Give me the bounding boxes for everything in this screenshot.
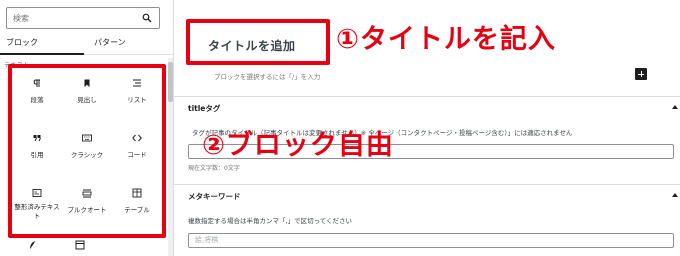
paragraph-icon [33, 79, 40, 87]
chevron-up-icon[interactable] [672, 193, 678, 197]
inserter-scrollbar[interactable] [168, 58, 173, 256]
pullquote-icon [82, 189, 92, 198]
calendar-icon[interactable] [75, 240, 85, 250]
tab-patterns[interactable]: パターン [94, 37, 126, 48]
block-appender-hint[interactable]: ブロックを選択するには「/」を入力 [214, 71, 320, 81]
table-icon [132, 188, 142, 198]
metabox-description: 複数指定する場合は半角カンマ「,」で区切ってください [188, 217, 353, 225]
chevron-up-icon[interactable] [672, 105, 678, 109]
title-highlight-box: タイトルを追加 [186, 19, 330, 65]
block-search-box[interactable] [6, 7, 160, 29]
block-label: 見出し [77, 96, 97, 104]
keyboard-icon [82, 134, 92, 142]
preformatted-icon [32, 189, 42, 197]
block-grid-highlight: 段落 見出し リスト 引用 クラシック コード 整形済みテキスト プルクオート … [8, 64, 166, 238]
list-icon [133, 79, 141, 87]
block-heading[interactable]: 見出し [62, 68, 112, 118]
meta-keyword-field[interactable]: 絵,将棋 [188, 233, 674, 248]
char-count: 現在文字数：0文字 [188, 165, 240, 172]
block-classic[interactable]: クラシック [62, 123, 112, 173]
block-label: 整形済みテキスト [14, 203, 60, 220]
block-label: プルクオート [67, 206, 107, 214]
block-table[interactable]: テーブル [112, 178, 162, 228]
block-pullquote[interactable]: プルクオート [62, 178, 112, 228]
tab-blocks[interactable]: ブロック [6, 37, 38, 48]
block-label: 引用 [30, 151, 44, 159]
bookmark-icon [84, 79, 90, 87]
inserter-tabs: ブロック パターン [0, 31, 173, 55]
scrollbar-thumb[interactable] [168, 62, 173, 102]
block-search-input[interactable] [13, 12, 133, 25]
block-label: リスト [127, 96, 147, 104]
quote-icon [33, 135, 41, 142]
block-preformatted[interactable]: 整形済みテキスト [12, 178, 62, 228]
editor-canvas: タイトルを追加 ①タイトルを記入 ブロックを選択するには「/」を入力 title… [174, 0, 680, 256]
metabox-title[interactable]: titleタグ [188, 103, 220, 114]
block-label: クラシック [70, 151, 104, 159]
block-code[interactable]: コード [112, 123, 162, 173]
post-title-input[interactable]: タイトルを追加 [208, 37, 296, 54]
annotation-blocks: ②ブロック自由 [202, 130, 394, 161]
verse-icon[interactable] [27, 240, 37, 250]
active-tab-indicator [0, 53, 84, 55]
block-paragraph[interactable]: 段落 [12, 68, 62, 118]
block-quote[interactable]: 引用 [12, 123, 62, 173]
code-icon [132, 134, 142, 142]
metabox-title[interactable]: メタキーワード [188, 191, 241, 202]
block-label: コード [127, 151, 147, 159]
block-list[interactable]: リスト [112, 68, 162, 118]
block-label: テーブル [124, 206, 150, 214]
add-block-button[interactable] [635, 68, 647, 80]
search-icon[interactable] [142, 13, 152, 23]
block-label: 段落 [30, 96, 44, 104]
meta-keyword-metabox: メタキーワード 複数指定する場合は半角カンマ「,」で区切ってください 絵,将棋 [174, 184, 680, 256]
annotation-title: ①タイトルを記入 [336, 24, 556, 55]
block-inserter-panel: ブロック パターン テキスト 段落 見出し リスト [0, 0, 174, 256]
